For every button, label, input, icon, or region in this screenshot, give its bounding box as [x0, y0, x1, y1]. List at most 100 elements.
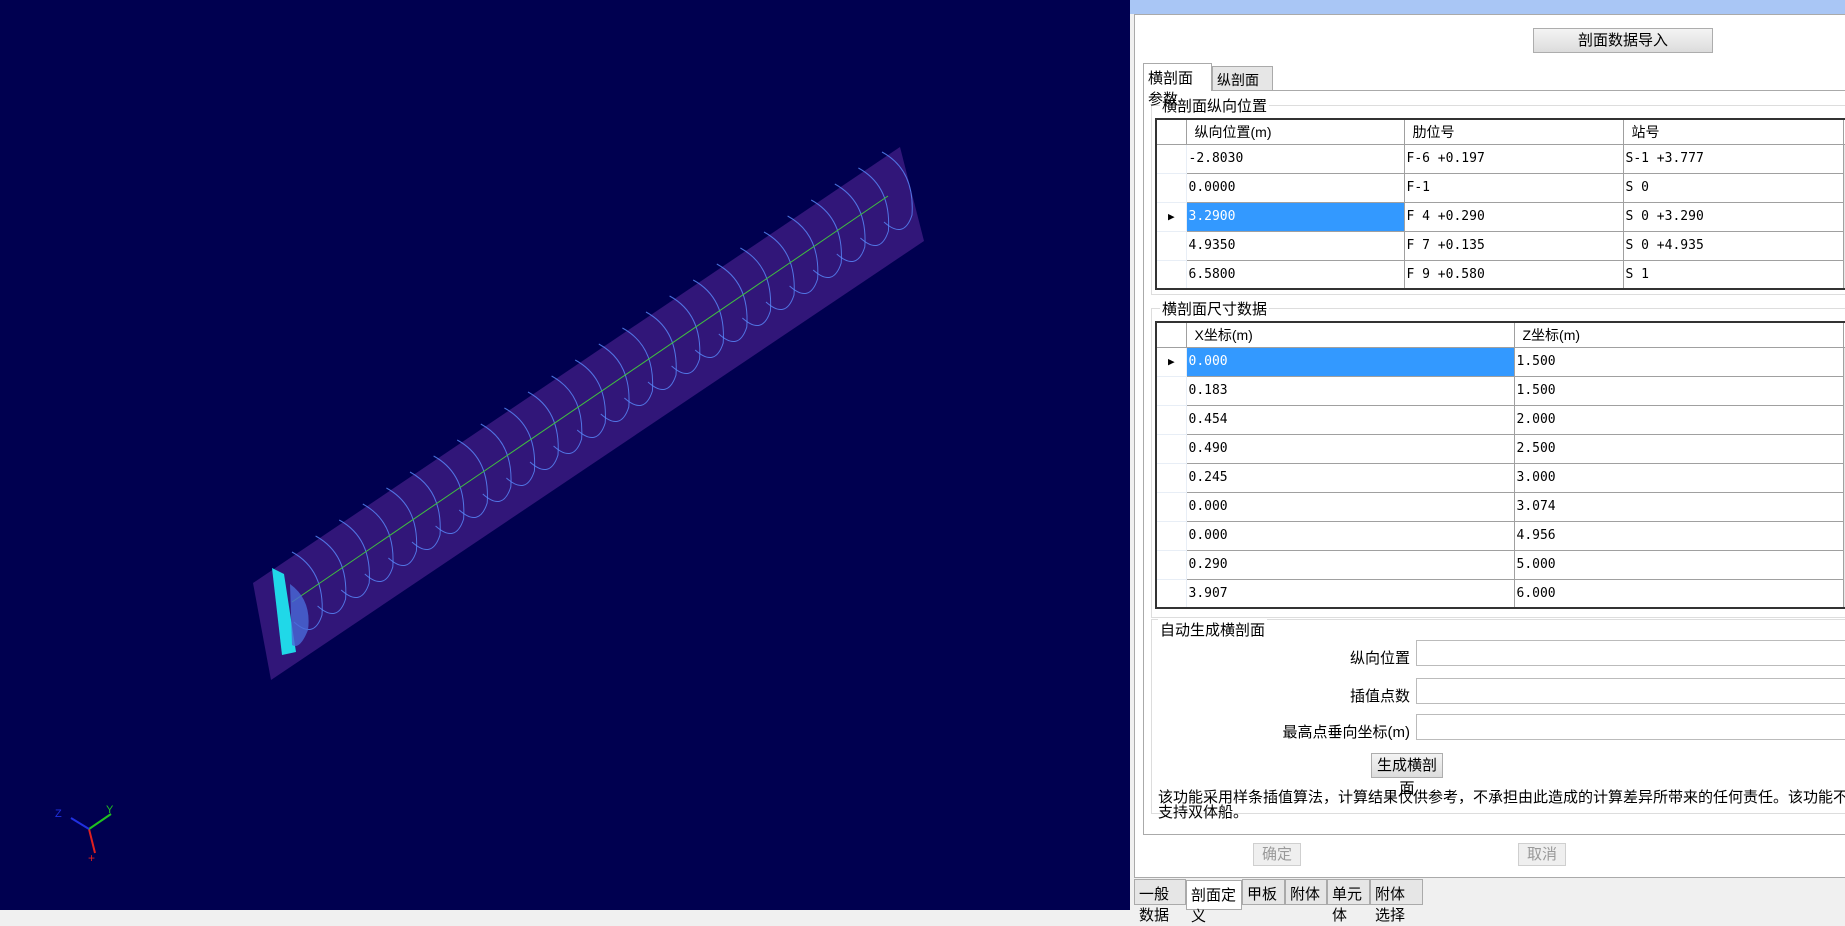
bottom-tab[interactable]: 甲板 — [1242, 879, 1285, 905]
field-label: 插值点数 — [1349, 688, 1410, 705]
dimensions-group-title: 横剖面尺寸数据 — [1160, 298, 1270, 319]
table-row[interactable]: 0.000 4.956 — [1155, 520, 1845, 551]
axis-z — [70, 817, 90, 830]
current-row-arrow-icon: ▶ — [1167, 210, 1175, 223]
table-cell[interactable]: -2.8030 — [1185, 143, 1405, 174]
row-header[interactable] — [1155, 375, 1187, 406]
cancel-button[interactable]: 取消 — [1518, 843, 1566, 866]
table-header: 纵向位置(m) 肋位号 站号 — [1155, 118, 1845, 145]
row-header[interactable] — [1155, 578, 1187, 609]
row-header-corner — [1155, 321, 1187, 348]
axis-x — [88, 828, 96, 854]
table-cell[interactable]: 3.2900 — [1185, 201, 1405, 232]
table-cell[interactable]: 1.500 — [1513, 346, 1844, 377]
row-header[interactable] — [1155, 143, 1187, 174]
table-cell[interactable]: 5.000 — [1513, 549, 1844, 580]
row-header[interactable] — [1155, 259, 1187, 290]
table-cell[interactable]: S-1 +3.777 — [1622, 143, 1844, 174]
table-cell[interactable]: 0.000 — [1185, 346, 1515, 377]
tab-longitudinal-section[interactable]: 纵剖面参数 — [1212, 66, 1273, 108]
table-row[interactable]: 0.000 3.074 — [1155, 491, 1845, 522]
table-row[interactable]: 0.290 5.000 — [1155, 549, 1845, 580]
bottom-tab[interactable]: 单元体 — [1327, 879, 1370, 924]
table-row[interactable]: 3.907 6.000 — [1155, 578, 1845, 609]
table-cell[interactable]: S 0 — [1622, 172, 1844, 203]
dimensions-group: 横剖面尺寸数据 X坐标(m) Z坐标(m) ▶ 0.000 1.500 0.183 1.… — [1151, 298, 1845, 618]
table-row[interactable]: 0.245 3.000 — [1155, 462, 1845, 493]
bottom-tab[interactable]: 剖面定义 — [1186, 880, 1242, 925]
column-header[interactable]: Z坐标(m) — [1513, 321, 1844, 348]
hull-surface — [253, 147, 924, 680]
table-row[interactable]: ▶ 0.000 1.500 — [1155, 346, 1845, 377]
table-cell[interactable]: 0.000 — [1185, 520, 1515, 551]
table-cell[interactable]: 0.245 — [1185, 462, 1515, 493]
row-header[interactable] — [1155, 433, 1187, 464]
positions-group: 横剖面纵向位置 纵向位置(m) 肋位号 站号 -2.8030 F-6 +0.197… — [1151, 95, 1845, 295]
tab-cross-section[interactable]: 横剖面参数 — [1143, 63, 1212, 108]
bottom-tab[interactable]: 附体选择 — [1370, 879, 1423, 924]
table-cell[interactable]: 0.454 — [1185, 404, 1515, 435]
table-row[interactable]: 0.0000 F-1 S 0 — [1155, 172, 1845, 203]
positions-table[interactable]: 纵向位置(m) 肋位号 站号 -2.8030 F-6 +0.197 S-1 +3.7… — [1155, 118, 1845, 290]
table-cell[interactable]: 3.074 — [1513, 491, 1844, 522]
table-cell[interactable]: 6.5800 — [1185, 259, 1405, 290]
table-cell[interactable]: F 7 +0.135 — [1403, 230, 1624, 261]
tab-page: 横剖面纵向位置 纵向位置(m) 肋位号 站号 -2.8030 F-6 +0.197… — [1143, 90, 1845, 835]
disclaimer-note: 该功能采用样条插值算法，计算结果仅供参考，不承担由此造成的计算差异所带来的任何责… — [1158, 789, 1845, 821]
table-row[interactable]: 0.183 1.500 — [1155, 375, 1845, 406]
table-cell[interactable]: F 4 +0.290 — [1403, 201, 1624, 232]
bottom-tab[interactable]: 附体 — [1285, 879, 1327, 905]
row-header[interactable] — [1155, 520, 1187, 551]
table-cell[interactable]: 2.000 — [1513, 404, 1844, 435]
table-row[interactable]: -2.8030 F-6 +0.197 S-1 +3.777 — [1155, 143, 1845, 174]
table-row[interactable]: 0.490 2.500 — [1155, 433, 1845, 464]
axis-triad: + Y Z — [55, 804, 114, 865]
auto-generate-group: 自动生成横剖面 纵向位置 插值点数 最高点垂向坐标(m) 生成横剖面 该功能采用… — [1151, 619, 1845, 820]
import-section-data-button[interactable]: 剖面数据导入 — [1533, 28, 1713, 53]
table-cell[interactable]: 4.9350 — [1185, 230, 1405, 261]
column-header[interactable]: X坐标(m) — [1185, 321, 1515, 348]
table-cell[interactable]: 6.000 — [1513, 578, 1844, 609]
table-cell[interactable]: 3.907 — [1185, 578, 1515, 609]
table-cell[interactable]: 0.0000 — [1185, 172, 1405, 203]
table-cell[interactable]: F-6 +0.197 — [1403, 143, 1624, 174]
table-row[interactable]: 0.454 2.000 — [1155, 404, 1845, 435]
max-vertical-coord-input[interactable] — [1416, 714, 1845, 740]
interpolation-points-input[interactable] — [1416, 678, 1845, 704]
row-header[interactable] — [1155, 172, 1187, 203]
table-cell[interactable]: 0.000 — [1185, 491, 1515, 522]
3d-viewport[interactable]: + Y Z — [0, 0, 1126, 910]
table-row[interactable]: ▶ 3.2900 F 4 +0.290 S 0 +3.290 — [1155, 201, 1845, 232]
table-cell[interactable]: F 9 +0.580 — [1403, 259, 1624, 290]
row-header[interactable] — [1155, 404, 1187, 435]
row-header[interactable]: ▶ — [1155, 346, 1187, 377]
field-label: 纵向位置 — [1349, 650, 1410, 667]
column-header[interactable]: 肋位号 — [1403, 118, 1624, 145]
table-cell[interactable]: 1.500 — [1513, 375, 1844, 406]
bottom-tab[interactable]: 一般数据 — [1134, 879, 1186, 924]
column-header[interactable]: 纵向位置(m) — [1185, 118, 1405, 145]
dimensions-table[interactable]: X坐标(m) Z坐标(m) ▶ 0.000 1.500 0.183 1.500 0.454… — [1155, 321, 1845, 609]
row-header[interactable]: ▶ — [1155, 201, 1187, 232]
table-cell[interactable]: 0.490 — [1185, 433, 1515, 464]
table-cell[interactable]: S 0 +3.290 — [1622, 201, 1844, 232]
row-header[interactable] — [1155, 549, 1187, 580]
table-cell[interactable]: F-1 — [1403, 172, 1624, 203]
table-row[interactable]: 6.5800 F 9 +0.580 S 1 — [1155, 259, 1845, 290]
longitudinal-position-input[interactable] — [1416, 640, 1845, 666]
row-header[interactable] — [1155, 230, 1187, 261]
ok-button[interactable]: 确定 — [1253, 843, 1301, 866]
table-row[interactable]: 4.9350 F 7 +0.135 S 0 +4.935 — [1155, 230, 1845, 261]
table-cell[interactable]: 2.500 — [1513, 433, 1844, 464]
table-cell[interactable]: S 1 — [1622, 259, 1844, 290]
table-cell[interactable]: 0.183 — [1185, 375, 1515, 406]
column-header[interactable]: 站号 — [1622, 118, 1844, 145]
table-cell[interactable]: 0.290 — [1185, 549, 1515, 580]
row-header[interactable] — [1155, 491, 1187, 522]
generate-section-button[interactable]: 生成横剖面 — [1371, 753, 1443, 797]
row-header[interactable] — [1155, 462, 1187, 493]
axis-y — [88, 813, 112, 830]
table-cell[interactable]: 3.000 — [1513, 462, 1844, 493]
table-cell[interactable]: 4.956 — [1513, 520, 1844, 551]
table-cell[interactable]: S 0 +4.935 — [1622, 230, 1844, 261]
